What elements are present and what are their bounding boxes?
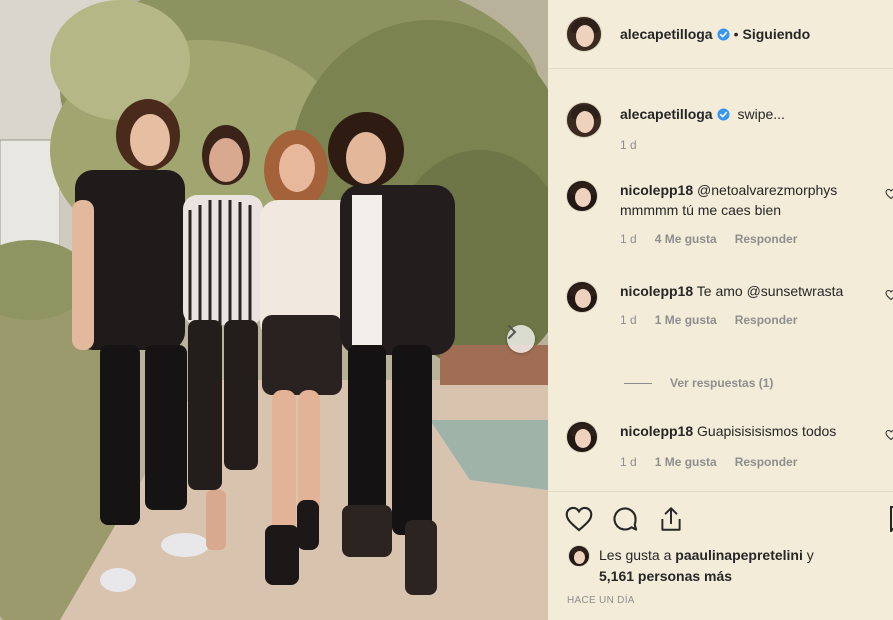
chevron-right-icon — [508, 325, 517, 339]
commenter-avatar[interactable] — [566, 281, 598, 313]
caption-time[interactable]: 1 d — [620, 138, 637, 152]
liker-avatar[interactable] — [568, 545, 590, 567]
author-username[interactable]: alecapetilloga — [620, 26, 713, 42]
separator-dot: • — [733, 26, 739, 42]
comment-time[interactable]: 1 d — [620, 313, 637, 327]
comment-item: nicolepp18 Guapisisisismos todos 1 d 1 M… — [566, 421, 893, 469]
comment-likes[interactable]: 1 Me gusta — [655, 455, 717, 469]
post-actions: Les gusta a paaulinapepretelini y 5,161 … — [548, 491, 893, 620]
caption: alecapetilloga swipe... 1 d — [566, 102, 893, 152]
comment-text: Guapisisisismos todos — [697, 423, 837, 439]
reply-button[interactable]: Responder — [735, 232, 798, 246]
following-button[interactable]: Siguiendo — [743, 26, 811, 42]
caption-avatar[interactable] — [566, 102, 602, 138]
comment-heart-icon[interactable] — [885, 188, 893, 200]
replies-divider-line — [624, 382, 652, 384]
comment-username[interactable]: nicolepp18 — [620, 423, 693, 439]
share-upload-icon — [661, 507, 681, 531]
post-sidebar: alecapetilloga • Siguiendo alecapetillog… — [548, 0, 893, 620]
next-photo-button[interactable] — [507, 325, 535, 353]
photo-illustration — [0, 0, 548, 620]
post-timestamp[interactable]: HACE UN DÍA — [567, 595, 635, 606]
comment-item: nicolepp18 @netoalvarezmorphys mmmmm tú … — [566, 180, 893, 246]
comment-username[interactable]: nicolepp18 — [620, 283, 693, 299]
commenter-avatar[interactable] — [566, 421, 598, 453]
comment-bubble-icon — [613, 507, 638, 531]
comment-heart-icon[interactable] — [885, 289, 893, 301]
post-header: alecapetilloga • Siguiendo — [548, 0, 893, 69]
view-replies-label: Ver respuestas (1) — [670, 376, 774, 390]
commenter-avatar[interactable] — [566, 180, 598, 212]
likes-suffix: y — [802, 547, 814, 563]
reply-button[interactable]: Responder — [735, 313, 798, 327]
liker-username[interactable]: paaulinapepretelini — [675, 547, 803, 563]
caption-text: swipe... — [737, 106, 785, 122]
comment-time[interactable]: 1 d — [620, 455, 637, 469]
comments-list[interactable]: alecapetilloga swipe... 1 d nicolepp18 @… — [548, 70, 893, 491]
comment-time[interactable]: 1 d — [620, 232, 637, 246]
like-button[interactable] — [564, 504, 594, 534]
comment-text: Te amo @sunsetwrasta — [696, 283, 844, 299]
comment-username[interactable]: nicolepp18 — [620, 182, 693, 198]
comment-likes[interactable]: 4 Me gusta — [655, 232, 717, 246]
likes-prefix: Les gusta a — [599, 547, 676, 563]
likes-others-count[interactable]: 5,161 personas más — [599, 568, 732, 584]
comment-heart-icon[interactable] — [885, 429, 893, 441]
comment-button[interactable] — [610, 504, 640, 534]
caption-username[interactable]: alecapetilloga — [620, 106, 713, 122]
reply-button[interactable]: Responder — [735, 455, 798, 469]
verified-badge-icon — [717, 108, 730, 121]
verified-badge-icon — [717, 27, 730, 41]
likes-summary: Les gusta a paaulinapepretelini y 5,161 … — [568, 545, 869, 587]
heart-icon — [565, 506, 593, 532]
comment-likes[interactable]: 1 Me gusta — [655, 313, 717, 327]
bookmark-icon[interactable] — [889, 506, 893, 532]
post-photo[interactable] — [0, 0, 548, 620]
author-avatar[interactable] — [566, 16, 602, 52]
view-replies-button[interactable]: Ver respuestas (1) — [624, 376, 773, 390]
comment-item: nicolepp18 Te amo @sunsetwrasta 1 d 1 Me… — [566, 281, 893, 327]
share-button[interactable] — [656, 504, 686, 534]
